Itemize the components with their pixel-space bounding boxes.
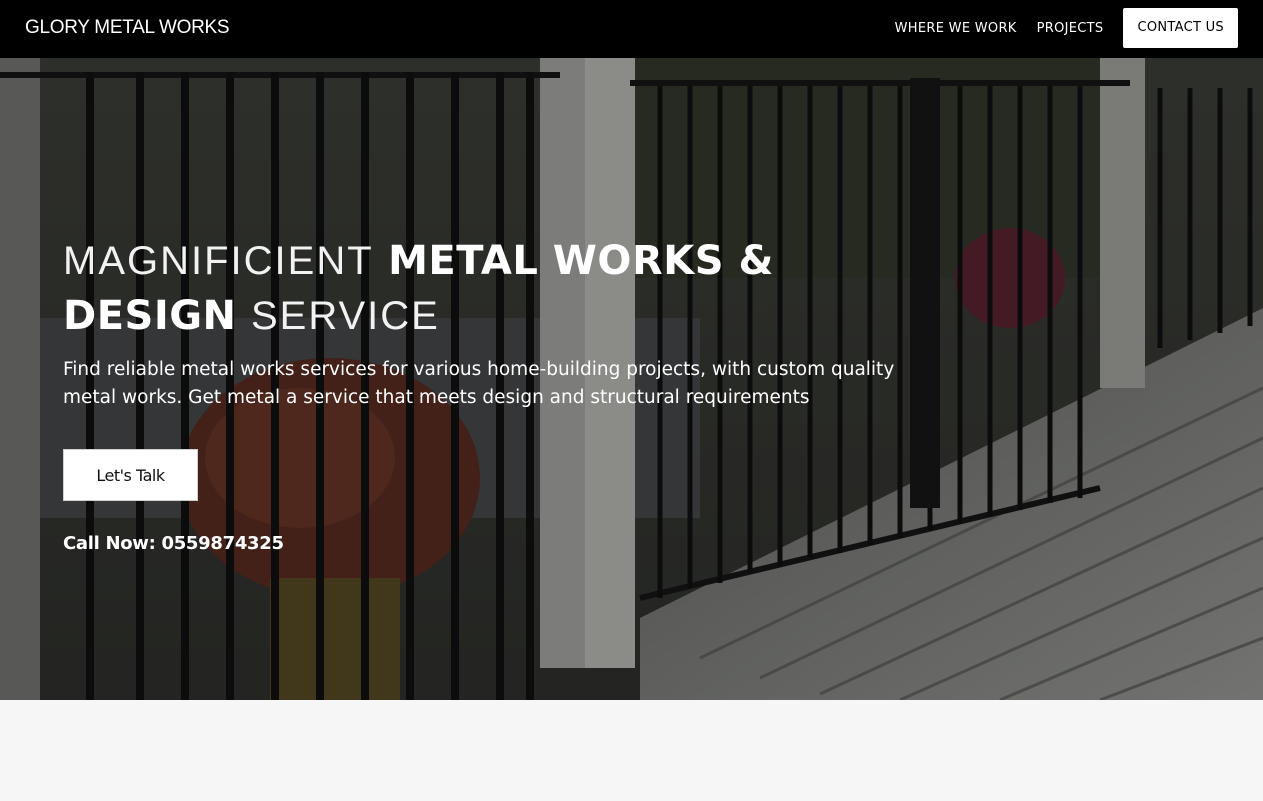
hero-section: MAGNIFICIENT METAL WORKS & DESIGN SERVIC… <box>0 58 1263 700</box>
hero-headline: MAGNIFICIENT METAL WORKS & DESIGN SERVIC… <box>63 234 943 344</box>
lets-talk-button[interactable]: Let's Talk <box>63 449 198 501</box>
headline-part-service: SERVICE <box>250 294 440 338</box>
brand-logo-link[interactable]: GLORY METAL WORKS <box>25 17 230 39</box>
nav-links: WHERE WE WORK PROJECTS CONTACT US <box>875 8 1238 48</box>
call-now-phone[interactable]: Call Now: 0559874325 <box>63 533 284 554</box>
nav-link-projects[interactable]: PROJECTS <box>1037 21 1104 36</box>
contact-us-button[interactable]: CONTACT US <box>1123 8 1238 48</box>
headline-part-magnificient: MAGNIFICIENT <box>63 239 374 283</box>
nav-link-where-we-work[interactable]: WHERE WE WORK <box>895 21 1017 36</box>
headline-part-metal-works: METAL WORKS & <box>388 238 774 284</box>
top-navbar: GLORY METAL WORKS WHERE WE WORK PROJECTS… <box>0 0 1263 58</box>
hero-content: MAGNIFICIENT METAL WORKS & DESIGN SERVIC… <box>63 234 943 554</box>
hero-subtext: Find reliable metal works services for v… <box>63 359 895 408</box>
below-hero-section <box>0 700 1263 801</box>
headline-part-design: DESIGN <box>63 293 237 339</box>
